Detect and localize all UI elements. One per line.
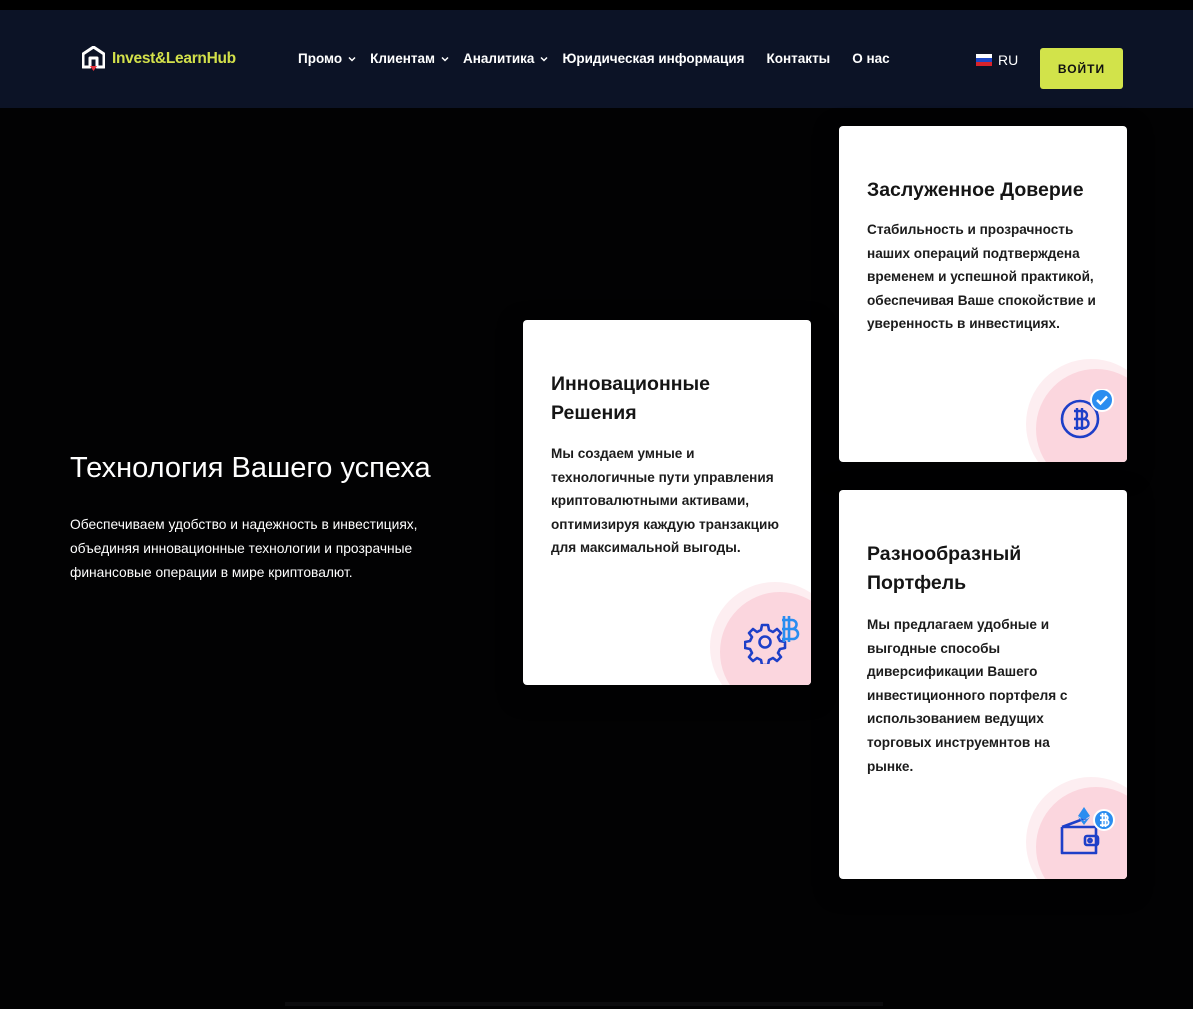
card-text: Мы предлагаем удобные и выгодные способы… [867,617,1068,774]
navbar: Invest&LearnHub Промо Клиентам Аналитика… [0,10,1193,108]
card-title: Заслуженное Доверие [867,179,1084,201]
nav-item-promo[interactable]: Промо [298,51,357,66]
crypto-wallet-icon [1060,807,1115,855]
icon-circle [710,582,811,685]
card-earned-trust: Заслуженное Доверие Стабильность и прозр… [839,126,1127,462]
card-innovative-solutions: Инновационные Решения Мы создаем умные и… [523,320,811,685]
gear-bitcoin-icon [744,616,800,664]
language-code: RU [998,52,1019,68]
chevron-down-icon [540,56,548,62]
nav-item-about[interactable]: О нас [852,51,889,66]
main-nav: Промо Клиентам Аналитика Юридическая инф… [298,51,912,66]
card-diversified-portfolio: Разнообразный Портфель Мы предлагаем удо… [839,490,1127,879]
nav-item-clients[interactable]: Клиентам [370,51,450,66]
login-button[interactable]: ВОЙТИ [1040,48,1123,89]
hero-description: Обеспечиваем удобство и надежность в инв… [70,517,418,580]
brand-name: Invest&LearnHub [112,50,236,67]
nav-item-label: Аналитика [462,51,535,66]
brand-logo[interactable]: Invest&LearnHub [82,46,236,72]
nav-item-label: Промо [298,51,343,66]
chevron-down-icon [441,56,449,62]
hero-title: Технология Вашего успеха [70,452,431,484]
card-title: Разнообразный Портфель [867,543,1022,594]
card-text: Мы создаем умные и технологичные пути уп… [551,446,780,556]
card-text: Стабильность и прозрачность наших операц… [867,222,1096,332]
house-logo-icon [82,46,105,71]
russia-flag-icon [976,54,992,66]
language-selector[interactable]: RU [976,52,1018,68]
icon-circle [1026,359,1127,462]
nav-item-label: Клиентам [370,51,435,66]
top-strip [0,0,1193,10]
chevron-down-icon [348,56,356,62]
icon-circle [1026,777,1127,879]
bitcoin-check-icon [1060,389,1114,439]
bottom-divider [285,1002,883,1006]
card-title: Инновационные Решения [551,373,710,424]
nav-item-legal[interactable]: Юридическая информация [562,51,744,66]
nav-item-analytics[interactable]: Аналитика [463,51,549,66]
nav-item-contacts[interactable]: Контакты [767,51,831,66]
